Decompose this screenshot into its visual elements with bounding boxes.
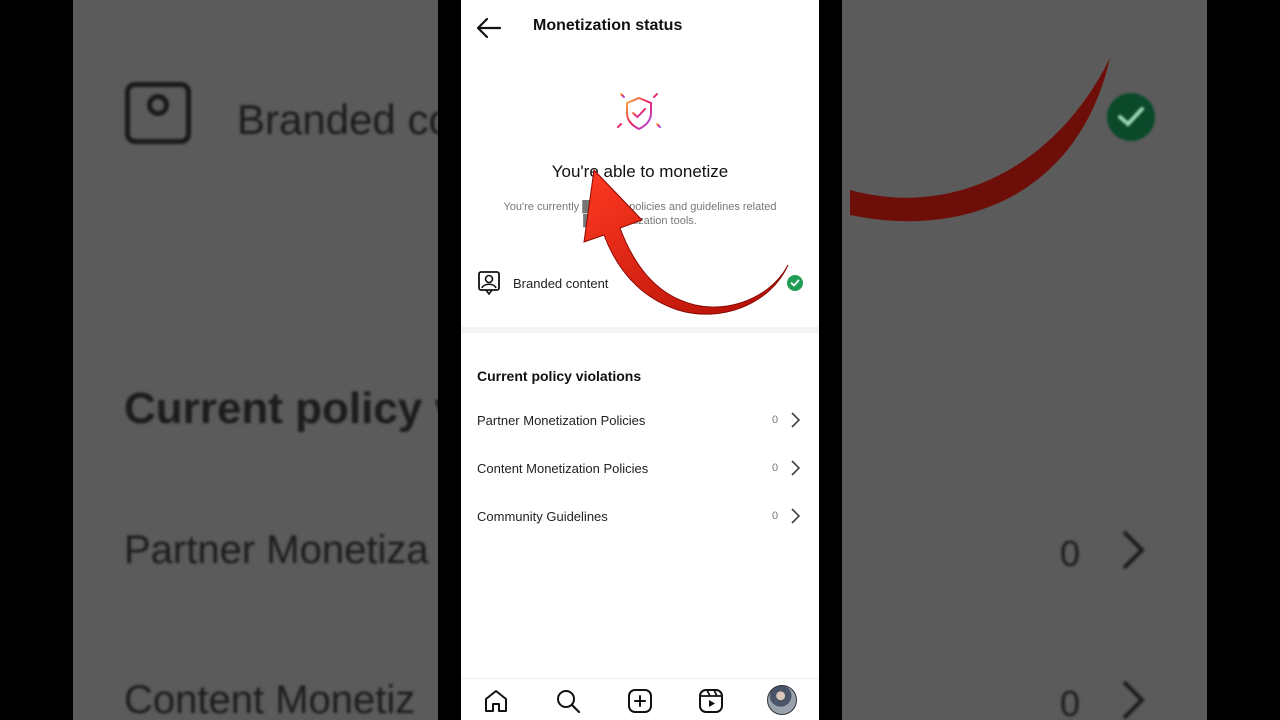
search-icon[interactable] (555, 688, 581, 714)
profile-avatar[interactable] (767, 685, 797, 715)
backdrop-chevron-right-icon (1122, 530, 1145, 570)
status-headline: You're able to monetize (551, 162, 729, 181)
person-frame-icon (478, 271, 500, 296)
home-icon[interactable] (483, 688, 509, 714)
list-item-community-guidelines[interactable]: Community Guidelines 0 (461, 496, 819, 536)
eligibility-row-branded-content[interactable]: Branded content (461, 262, 819, 306)
violation-count: 0 (772, 462, 779, 474)
list-item-label: Content Monetization Policies (477, 461, 649, 476)
section-divider (461, 327, 819, 333)
violation-count: 0 (772, 414, 779, 426)
check-circle-icon (787, 275, 803, 291)
list-item-partner-monetization-policies[interactable]: Partner Monetization Policies 0 (461, 400, 819, 440)
list-item-label: Partner Monetization Policies (477, 413, 646, 428)
status-description: You're currently █████ll policies and gu… (503, 201, 777, 227)
backdrop-count: 0 (1060, 533, 1081, 574)
phone-bezel-right (819, 0, 842, 720)
backdrop-content-label: Content Monetiz (124, 678, 416, 720)
chevron-right-icon (791, 508, 801, 524)
backdrop-partner-label: Partner Monetiza (124, 528, 429, 572)
backdrop-heading: Current policy v (124, 384, 459, 433)
backdrop-branded-label: Branded co (237, 96, 452, 143)
phone-screen: Monetization status You're able to monet… (461, 0, 819, 720)
list-item-label: Community Guidelines (477, 509, 608, 524)
phone-bezel-left (438, 0, 461, 720)
eligibility-label: Branded content (513, 276, 609, 291)
list-item-content-monetization-policies[interactable]: Content Monetization Policies 0 (461, 448, 819, 488)
create-icon[interactable] (627, 688, 653, 714)
shield-check-icon (613, 86, 665, 141)
backdrop-red-arrow (850, 58, 1110, 222)
chevron-right-icon (791, 460, 801, 476)
arrow-left-icon[interactable] (475, 14, 503, 42)
bottom-nav (461, 678, 819, 720)
violation-count: 0 (772, 510, 779, 522)
top-bar: Monetization status (461, 0, 819, 54)
page-title: Monetization status (533, 17, 683, 34)
violations-heading: Current policy violations (477, 368, 642, 384)
backdrop-count: 0 (1060, 683, 1081, 720)
reels-icon[interactable] (698, 688, 724, 714)
backdrop-chevron-right-icon (1122, 680, 1145, 720)
chevron-right-icon (791, 412, 801, 428)
backdrop-person-frame-icon (125, 82, 191, 144)
